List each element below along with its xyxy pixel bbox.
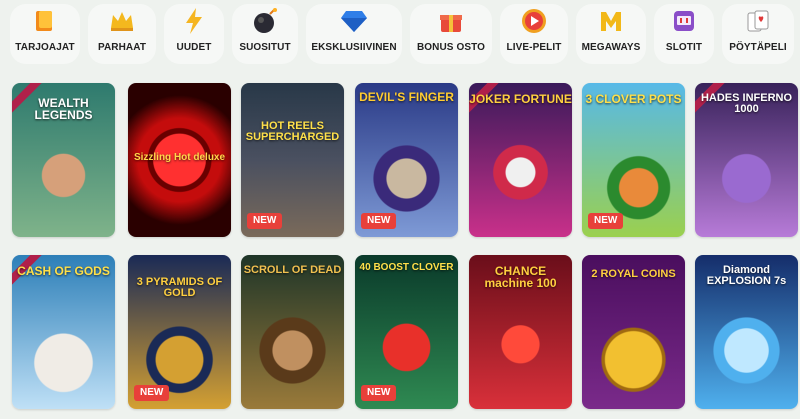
crown-icon — [107, 6, 137, 36]
category-slotit[interactable]: SLOTIT — [654, 4, 714, 64]
category-poytapeli[interactable]: PÖYTÄPELI — [722, 4, 794, 64]
category-megaways[interactable]: MEGAWAYS — [576, 4, 646, 64]
book-icon — [30, 6, 60, 36]
cards-icon — [743, 6, 773, 36]
category-label: SLOTIT — [665, 42, 703, 53]
game-title: JOKER FORTUNE — [469, 92, 572, 106]
category-suositut[interactable]: SUOSITUT — [232, 4, 298, 64]
bomb-icon — [250, 6, 280, 36]
lightning-icon — [179, 6, 209, 36]
game-title: 2 ROYAL COINS — [591, 268, 676, 280]
game-card-hades-inferno[interactable]: HADES INFERNO 1000 — [695, 83, 798, 237]
game-title: WEALTH LEGENDS — [34, 96, 93, 122]
category-eksklusiivinen[interactable]: EKSKLUSIIVINEN — [306, 4, 402, 64]
category-label: BONUS OSTO — [416, 42, 486, 53]
game-title: CHANCE machine 100 — [484, 264, 557, 290]
game-art — [12, 255, 115, 409]
category-label: EKSKLUSIIVINEN — [311, 42, 397, 53]
game-card-cash-of-gods[interactable]: CASH OF GODS — [12, 255, 115, 409]
game-title: 3 CLOVER POTS — [585, 92, 682, 106]
category-label: LIVE-PELIT — [506, 42, 562, 53]
new-badge: NEW — [361, 213, 397, 229]
game-card-3-clover-pots[interactable]: 3 CLOVER POTS NEW — [582, 83, 685, 237]
game-title: CASH OF GODS — [17, 264, 110, 278]
new-badge: NEW — [134, 385, 170, 401]
new-badge: NEW — [247, 213, 283, 229]
slot-machine-icon — [669, 6, 699, 36]
category-bonus-osto[interactable]: BONUS OSTO — [410, 4, 492, 64]
game-art — [469, 83, 572, 237]
game-card-3-pyramids-of-gold[interactable]: 3 PYRAMIDS OF GOLD NEW — [128, 255, 231, 409]
new-badge: NEW — [588, 213, 624, 229]
game-card-hot-reels[interactable]: HOT REELS SUPERCHARGED NEW — [241, 83, 344, 237]
game-art — [241, 255, 344, 409]
play-icon — [519, 6, 549, 36]
category-label: UUDET — [176, 42, 212, 53]
category-label: SUOSITUT — [239, 42, 291, 53]
category-bar: TARJOAJAT PARHAAT UUDET SUOSITUT EKSKLUS… — [0, 0, 800, 70]
gem-icon — [339, 6, 369, 36]
game-title: Sizzling Hot deluxe — [133, 152, 226, 163]
game-card-diamond-explosion[interactable]: Diamond EXPLOSION 7s — [695, 255, 798, 409]
game-card-devils-finger[interactable]: DEVIL'S FINGER NEW — [355, 83, 458, 237]
category-label: TARJOAJAT — [15, 42, 75, 53]
game-title: 40 BOOST CLOVER — [359, 262, 454, 273]
game-title: SCROLL OF DEAD — [243, 264, 342, 276]
game-title: HADES INFERNO 1000 — [700, 92, 793, 115]
game-card-sizzling-hot[interactable]: Sizzling Hot deluxe — [128, 83, 231, 237]
gift-icon — [436, 6, 466, 36]
category-uudet[interactable]: UUDET — [164, 4, 224, 64]
category-label: PARHAAT — [97, 42, 147, 53]
game-title: Diamond EXPLOSION 7s — [706, 264, 787, 287]
game-card-joker-fortune[interactable]: JOKER FORTUNE — [469, 83, 572, 237]
category-parhaat[interactable]: PARHAAT — [88, 4, 156, 64]
category-label: MEGAWAYS — [581, 42, 641, 53]
megaways-m-icon — [596, 6, 626, 36]
game-title: DEVIL'S FINGER — [359, 90, 454, 104]
game-title: 3 PYRAMIDS OF GOLD — [136, 276, 223, 299]
category-tarjoajat[interactable]: TARJOAJAT — [10, 4, 80, 64]
category-live-pelit[interactable]: LIVE-PELIT — [500, 4, 568, 64]
game-card-chance-machine[interactable]: CHANCE machine 100 — [469, 255, 572, 409]
category-label: PÖYTÄPELI — [729, 42, 787, 53]
new-badge: NEW — [361, 385, 397, 401]
game-title: HOT REELS SUPERCHARGED — [245, 120, 340, 143]
game-card-2-royal-coins[interactable]: 2 ROYAL COINS — [582, 255, 685, 409]
game-card-40-boost-clover[interactable]: 40 BOOST CLOVER NEW — [355, 255, 458, 409]
game-card-scroll-of-dead[interactable]: SCROLL OF DEAD — [241, 255, 344, 409]
game-card-wealth-legends[interactable]: WEALTH LEGENDS — [12, 83, 115, 237]
